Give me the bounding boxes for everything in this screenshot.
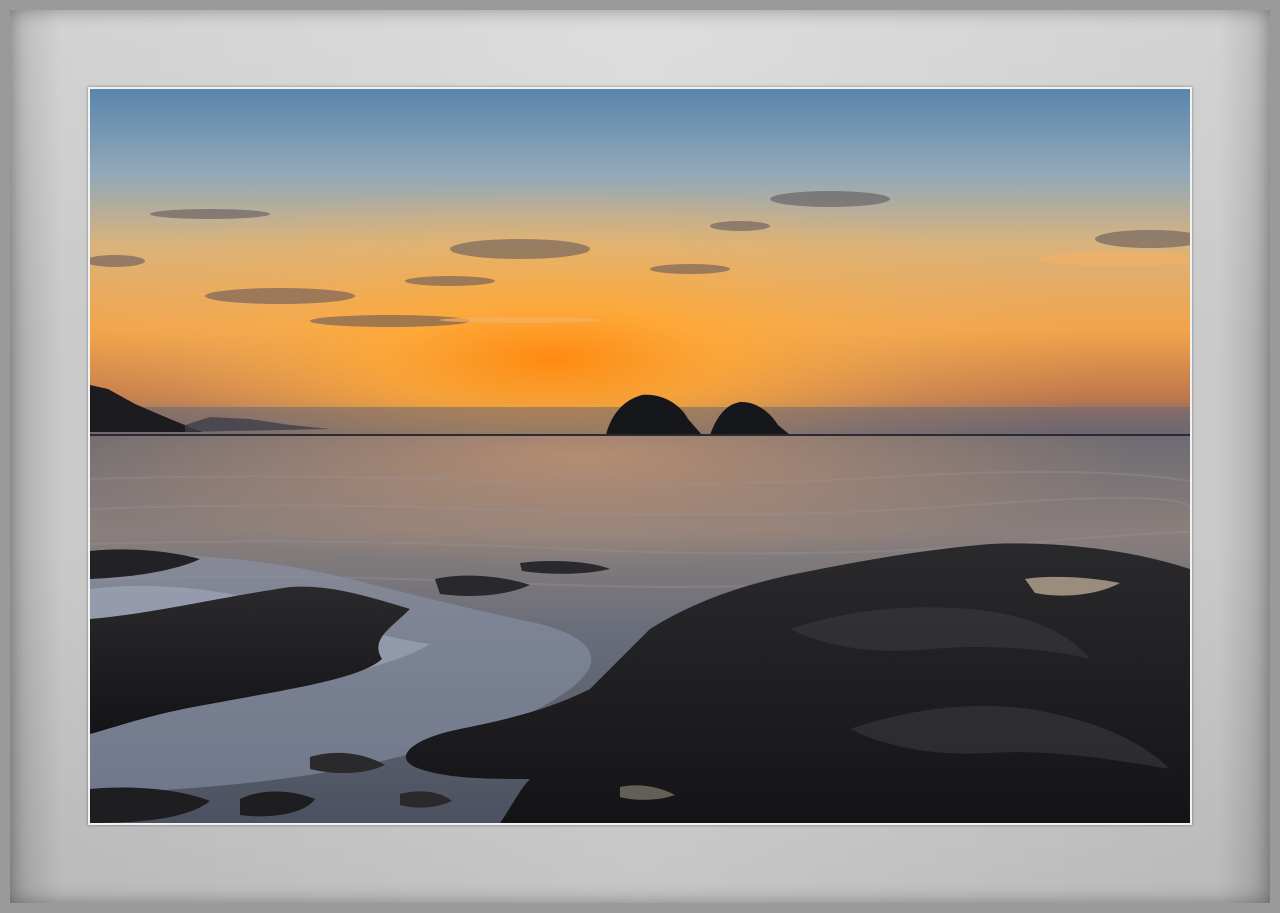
outer-frame [0,0,1280,913]
photo-border [88,87,1192,825]
sun-glow [90,89,1190,435]
sunset-seascape-photo [90,89,1190,823]
